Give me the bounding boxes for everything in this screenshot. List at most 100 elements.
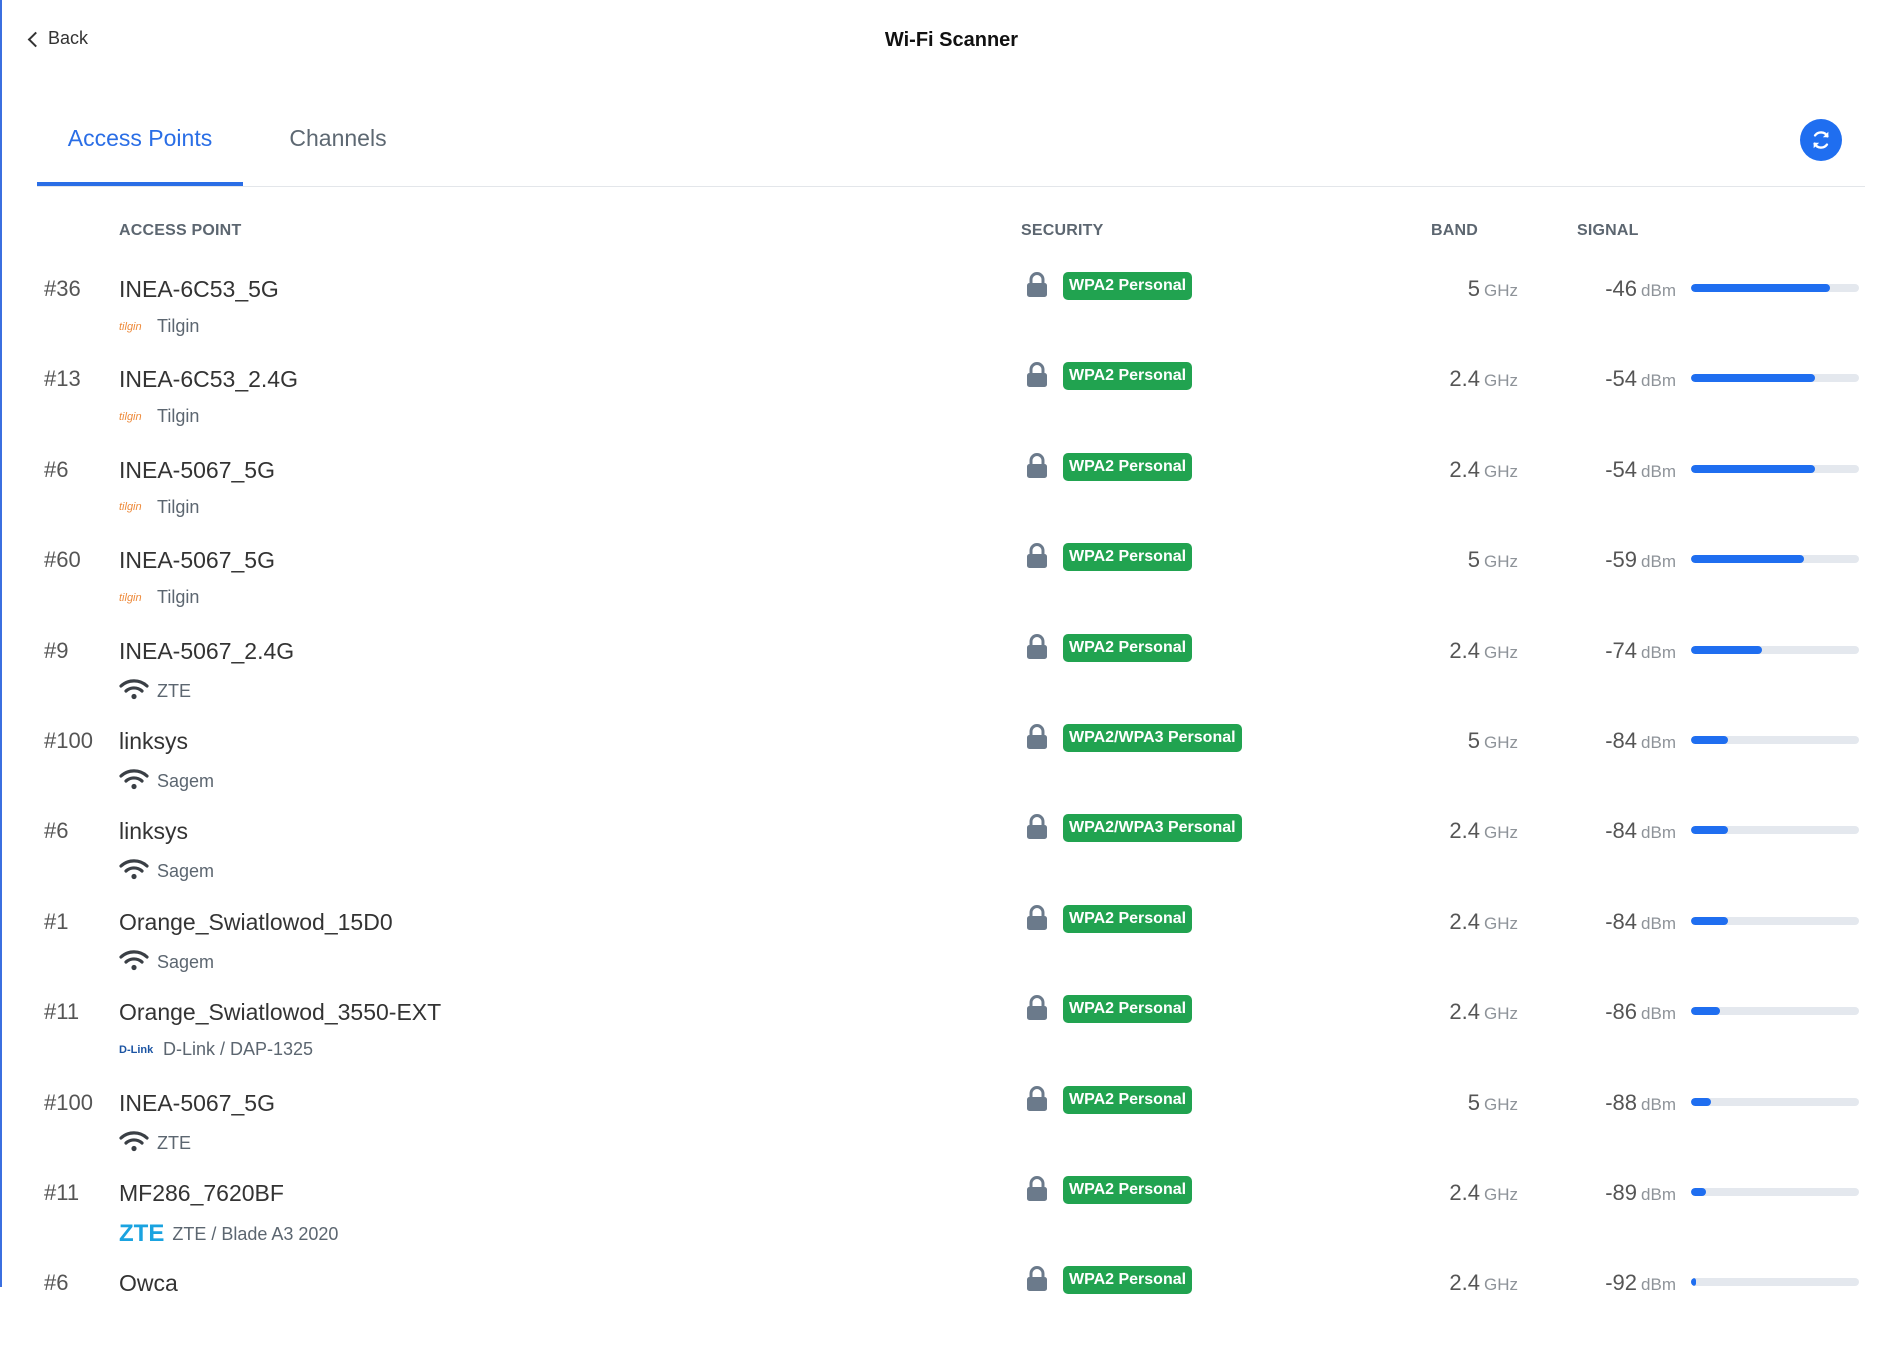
tilgin-logo: tilgin (119, 410, 142, 423)
access-point-row[interactable]: #6 Owca WPA2 Personal 2.4 GHz -92 dBm (0, 1256, 1903, 1346)
lock-icon (1026, 1085, 1048, 1112)
signal-unit: dBm (1641, 552, 1676, 572)
access-point-row[interactable]: #36 INEA-6C53_5G tilgin Tilgin WPA2 Perso… (0, 262, 1903, 352)
signal-number: -88 (1605, 1089, 1638, 1115)
lock-icon (1026, 362, 1048, 388)
signal-value: -92 dBm (1560, 1270, 1676, 1296)
access-point-row[interactable]: #100 linksys Sagem WPA2/WPA3 Personal 5G… (0, 714, 1903, 804)
signal-strength-bar (1691, 916, 1859, 925)
tab-access-points[interactable]: Access Points (37, 110, 243, 186)
ssid-label: Orange_Swiatlowod_3550-EXT (119, 999, 442, 1026)
signal-unit: dBm (1641, 1094, 1676, 1114)
signal-number: -89 (1605, 1180, 1638, 1205)
signal-number: -92 (1605, 1270, 1638, 1296)
tilgin-logo: tilgin (119, 591, 142, 604)
vendor-label: Tilgin (157, 496, 200, 517)
band-number: 5 (1467, 547, 1480, 573)
access-point-row[interactable]: #11 Orange_Swiatlowod_3550-EXT D-Link D-L… (0, 985, 1903, 1075)
channel-number: #6 (44, 1270, 69, 1296)
signal-value: -89 dBm (1560, 1180, 1676, 1206)
tilgin-logo: tilgin (119, 501, 142, 514)
vendor-label: Tilgin (157, 316, 200, 336)
refresh-button[interactable] (1800, 119, 1842, 161)
wifi-icon (119, 858, 149, 885)
vendor-info: Sagem (119, 768, 214, 795)
signal-value: -86 dBm (1560, 999, 1676, 1025)
band-value: 5 GHz (1360, 1090, 1518, 1116)
band-value: 2.4 GHz (1360, 1180, 1518, 1206)
signal-value: -59 dBm (1560, 547, 1676, 573)
signal-number: -84 (1605, 818, 1638, 844)
tab-bar: Access Points Channels (37, 110, 1865, 187)
signal-value: -46 dBm (1560, 276, 1676, 302)
security-badge: WPA2 Personal (1063, 1176, 1193, 1204)
security-badge: WPA2 Personal (1063, 633, 1193, 662)
access-point-row[interactable]: #6 linksys Sagem WPA2/WPA3 Personal 2.4 G… (0, 804, 1903, 894)
signal-value: -88 dBm (1560, 1090, 1676, 1116)
wifi-icon (119, 768, 149, 795)
security-badge: WPA2/WPA3 Personal (1063, 814, 1242, 843)
band-number: 2.4 (1449, 999, 1480, 1025)
band-value: 5 GHz (1360, 276, 1518, 302)
signal-number: -84 (1605, 728, 1638, 753)
band-unit: GHz (1484, 1275, 1518, 1295)
access-point-row[interactable]: #11 MF286_7620BF ZTE ZTE / Blade A3 2020 … (0, 1166, 1903, 1256)
ssid-label: Orange_Swiatlowod_15D0 (119, 908, 393, 935)
security-badge: WPA2 Personal (1063, 362, 1193, 391)
band-value: 2.4 GHz (1360, 999, 1518, 1025)
lock-icon (1026, 814, 1048, 840)
top-bar: Back Wi-Fi Scanner (0, 0, 1903, 84)
signal-unit: dBm (1641, 1004, 1676, 1024)
band-unit: GHz (1484, 281, 1518, 300)
signal-strength-fill (1691, 374, 1816, 383)
vendor-info: ZTE (119, 1130, 191, 1157)
band-unit: GHz (1484, 371, 1518, 391)
page-title: Wi-Fi Scanner (884, 29, 1019, 51)
ssid-label: INEA-6C53_5G (119, 276, 279, 302)
channel-number: #9 (44, 637, 69, 663)
signal-number: -84 (1605, 908, 1638, 934)
signal-unit: dBm (1641, 913, 1676, 933)
vendor-label: ZTE (157, 1132, 191, 1153)
access-point-row[interactable]: #1 Orange_Swiatlowod_15D0 Sagem WPA2 Per… (0, 895, 1903, 985)
band-number: 2.4 (1449, 1270, 1480, 1296)
security-badge: WPA2 Personal (1063, 1085, 1193, 1114)
access-point-row[interactable]: #6 INEA-5067_5G tilgin Tilgin WPA2 Person… (0, 443, 1903, 533)
signal-number: -54 (1605, 456, 1638, 482)
signal-strength-bar (1691, 1097, 1859, 1106)
signal-strength-bar (1691, 555, 1859, 564)
wifi-icon (119, 1130, 149, 1157)
signal-strength-fill (1691, 1278, 1697, 1287)
signal-value: -84 dBm (1560, 909, 1676, 935)
signal-strength-bar (1691, 374, 1859, 383)
band-number: 2.4 (1449, 637, 1480, 663)
vendor-info: Sagem (119, 858, 214, 885)
band-unit: GHz (1484, 1094, 1518, 1114)
access-point-row[interactable]: #9 INEA-5067_2.4G ZTE WPA2 Personal 2.4 G… (0, 624, 1903, 714)
signal-strength-fill (1691, 1097, 1712, 1106)
channel-number: #11 (44, 1180, 80, 1205)
band-value: 2.4 GHz (1360, 638, 1518, 664)
band-number: 5 (1467, 728, 1480, 753)
lock-icon (1026, 272, 1048, 298)
signal-unit: dBm (1641, 371, 1676, 391)
security-badge: WPA2 Personal (1063, 452, 1193, 481)
band-unit: GHz (1484, 552, 1518, 572)
signal-strength-bar (1691, 1188, 1859, 1196)
signal-strength-fill (1691, 555, 1804, 564)
vendor-info: tilgin Tilgin (119, 316, 199, 337)
signal-strength-fill (1691, 826, 1728, 835)
signal-value: -74 dBm (1560, 638, 1676, 664)
band-value: 2.4 GHz (1360, 909, 1518, 935)
access-point-row[interactable]: #60 INEA-5067_5G tilgin Tilgin WPA2 Perso… (0, 533, 1903, 623)
access-point-row[interactable]: #100 INEA-5067_5G ZTE WPA2 Personal 5 GHz… (0, 1076, 1903, 1166)
vendor-info: tilgin Tilgin (119, 587, 199, 608)
signal-unit: dBm (1641, 733, 1676, 752)
signal-strength-bar (1691, 826, 1859, 835)
access-point-row[interactable]: #13 INEA-6C53_2.4G tilgin Tilgin WPA2 Per… (0, 352, 1903, 442)
ssid-label: linksys (119, 728, 189, 754)
band-number: 2.4 (1449, 1180, 1480, 1205)
tab-channels[interactable]: Channels (243, 110, 433, 186)
lock-icon (1026, 452, 1048, 479)
signal-strength-bar (1691, 1278, 1859, 1287)
